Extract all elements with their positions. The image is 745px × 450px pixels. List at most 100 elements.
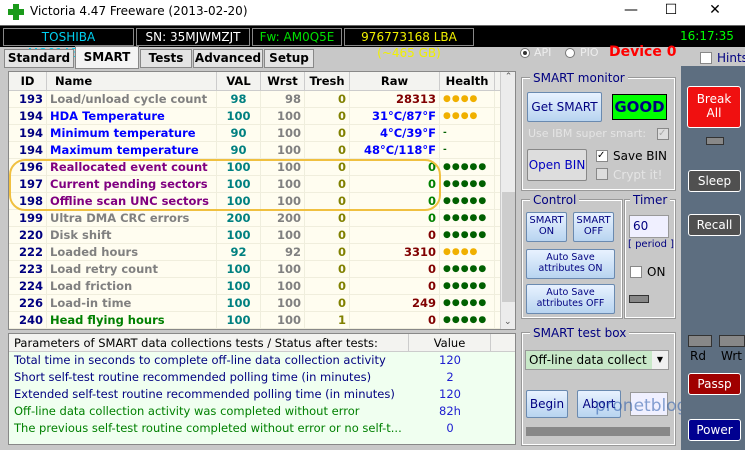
table-row[interactable]: 223 Load retry count 100 100 0 0 ●●●●● <box>9 261 515 278</box>
drive-model: TOSHIBA MQ01ABF050 <box>3 28 134 60</box>
test-type-select[interactable]: Off-line data collect <box>525 350 669 370</box>
tab-tests[interactable]: Tests <box>140 49 192 68</box>
ibm-super-smart-checkbox[interactable]: ✓ <box>657 128 669 140</box>
cell-health: ●●●●● <box>440 278 495 294</box>
device-label: Device 0 <box>609 44 677 60</box>
col-health[interactable]: Health <box>440 72 495 90</box>
test-progress-bar <box>526 427 670 436</box>
read-indicator <box>688 335 712 347</box>
timer-input[interactable]: 60 <box>629 215 669 238</box>
cell-val: 98 <box>217 91 261 107</box>
params-header: Parameters of SMART data collections tes… <box>9 334 409 351</box>
write-label: Wrt <box>721 349 742 363</box>
hints-label: Hints <box>717 51 745 65</box>
param-text: Short self-test routine recommended poll… <box>14 370 372 384</box>
power-button[interactable]: Power <box>688 419 741 441</box>
cell-id: 240 <box>9 312 47 328</box>
cell-health: ●●●●● <box>440 312 495 328</box>
col-name[interactable]: Name <box>47 72 217 90</box>
cell-val: 100 <box>217 312 261 328</box>
param-text: Off-line data collection activity was co… <box>14 404 360 418</box>
open-bin-button[interactable]: Open BIN <box>527 149 587 181</box>
table-row[interactable]: 194 Minimum temperature 90 100 0 4°C/39°F - <box>9 125 515 142</box>
cell-wrst: 100 <box>261 278 305 294</box>
cell-tresh: 0 <box>305 295 350 311</box>
recall-button[interactable]: Recall <box>688 214 741 236</box>
minimize-button[interactable]: — <box>616 2 646 18</box>
cell-id: 193 <box>9 91 47 107</box>
timer-on-checkbox[interactable] <box>630 266 642 278</box>
col-raw[interactable]: Raw <box>350 72 440 90</box>
break-all-button[interactable]: Break All <box>687 86 741 128</box>
cell-val: 200 <box>217 210 261 226</box>
tab-smart[interactable]: SMART <box>75 46 139 69</box>
smart-on-button[interactable]: SMART ON <box>526 212 567 242</box>
smart-params-table: Parameters of SMART data collections tes… <box>8 333 516 445</box>
crypt-checkbox[interactable] <box>596 168 608 180</box>
table-row[interactable]: 220 Disk shift 100 100 0 0 ●●●●● <box>9 227 515 244</box>
window-title: Victoria 4.47 Freeware (2013-02-20) <box>30 4 248 18</box>
smart-status-badge: GOOD <box>612 94 667 120</box>
crypt-label: Crypt it! <box>613 168 663 182</box>
col-tresh[interactable]: Tresh <box>305 72 350 90</box>
table-row[interactable]: 240 Head flying hours 100 100 1 0 ●●●●● <box>9 312 515 329</box>
drive-serial: SN: 35MJWMZJT <box>136 28 250 46</box>
api-radio[interactable] <box>520 48 530 58</box>
cell-id: 194 <box>9 108 47 124</box>
cell-health: ●●●● <box>440 108 495 124</box>
cell-raw: 249 <box>350 295 440 311</box>
cell-val: 100 <box>217 227 261 243</box>
cell-name: Ultra DMA CRC errors <box>47 210 217 226</box>
table-scrollbar[interactable]: ⌃ ⌄ <box>500 72 515 329</box>
scrollbar-thumb[interactable] <box>502 192 515 302</box>
cell-name: Load retry count <box>47 261 217 277</box>
cell-wrst: 100 <box>261 312 305 328</box>
cell-val: 100 <box>217 261 261 277</box>
params-row[interactable]: Off-line data collection activity was co… <box>9 403 515 420</box>
cell-name: Loaded hours <box>47 244 217 260</box>
table-row[interactable]: 226 Load-in time 100 100 0 249 ●●●●● <box>9 295 515 312</box>
cell-name: Minimum temperature <box>47 125 217 141</box>
drive-capacity: 976773168 LBA (~465 GB) <box>344 28 474 60</box>
col-wrst[interactable]: Wrst <box>261 72 305 90</box>
cell-wrst: 92 <box>261 244 305 260</box>
auto-save-on-button[interactable]: Auto Save attributes ON <box>526 249 615 279</box>
cell-id: 222 <box>9 244 47 260</box>
params-row[interactable]: Total time in seconds to complete off-li… <box>9 352 515 369</box>
cell-tresh: 0 <box>305 210 350 226</box>
chevron-down-icon[interactable]: ▼ <box>652 351 668 369</box>
table-row[interactable]: 224 Load friction 100 100 0 0 ●●●●● <box>9 278 515 295</box>
cell-wrst: 200 <box>261 210 305 226</box>
auto-save-off-button[interactable]: Auto Save attributes OFF <box>526 284 615 314</box>
tab-setup[interactable]: Setup <box>264 49 314 68</box>
tab-standard[interactable]: Standard <box>4 49 74 68</box>
params-row[interactable]: Extended self-test routine recommended p… <box>9 386 515 403</box>
cell-wrst: 100 <box>261 261 305 277</box>
maximize-button[interactable]: ☐ <box>656 2 686 18</box>
save-bin-checkbox[interactable]: ✓ <box>596 150 608 162</box>
hints-checkbox[interactable] <box>700 52 712 64</box>
cell-wrst: 100 <box>261 295 305 311</box>
table-row[interactable]: 194 HDA Temperature 100 100 0 31°C/87°F ●●●● <box>9 108 515 125</box>
cell-wrst: 100 <box>261 125 305 141</box>
params-row[interactable]: Short self-test routine recommended poll… <box>9 369 515 386</box>
tab-advanced[interactable]: Advanced <box>193 49 263 68</box>
col-val[interactable]: VAL <box>217 72 261 90</box>
col-id[interactable]: ID <box>9 72 47 90</box>
passp-button[interactable]: Passp <box>688 373 741 395</box>
params-row[interactable]: The previous self-test routine completed… <box>9 420 515 437</box>
cell-health: ●●●●● <box>440 261 495 277</box>
pio-radio[interactable] <box>565 48 575 58</box>
smart-off-button[interactable]: SMART OFF <box>573 212 614 242</box>
table-row[interactable]: 194 Maximum temperature 90 100 0 48°C/118°F - <box>9 142 515 159</box>
table-row[interactable]: 193 Load/unload cycle count 98 98 0 28313 ●●●● <box>9 91 515 108</box>
cell-id: 220 <box>9 227 47 243</box>
table-row[interactable]: 199 Ultra DMA CRC errors 200 200 0 0 ●●●●● <box>9 210 515 227</box>
cell-raw: 0 <box>350 210 440 226</box>
sleep-button[interactable]: Sleep <box>688 170 741 192</box>
close-button[interactable]: ✕ <box>700 2 730 18</box>
get-smart-button[interactable]: Get SMART <box>527 92 602 122</box>
cell-raw: 0 <box>350 227 440 243</box>
begin-button[interactable]: Begin <box>526 390 568 418</box>
table-row[interactable]: 222 Loaded hours 92 92 0 3310 ●●●● <box>9 244 515 261</box>
